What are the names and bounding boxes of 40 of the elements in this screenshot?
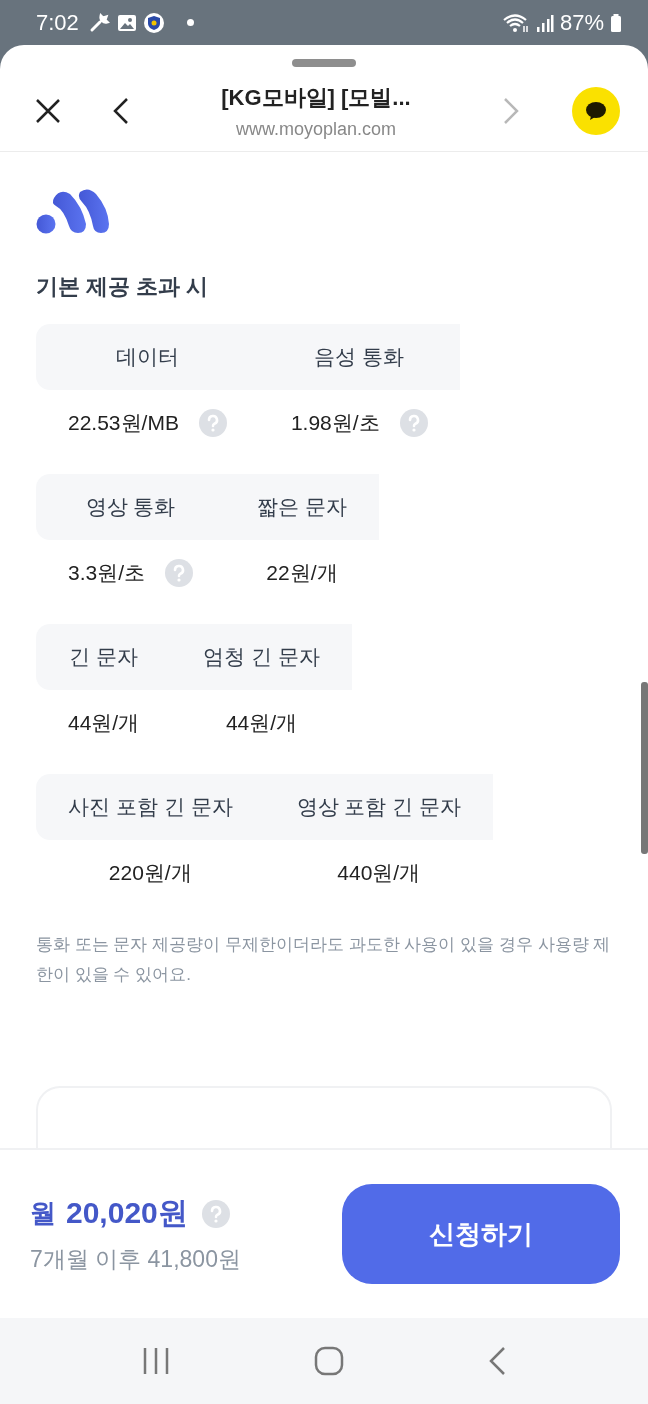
table-header-cell: 데이터 (36, 324, 259, 390)
table-header-cell: 음성 통화 (258, 324, 460, 390)
wrench-icon (88, 11, 111, 34)
signal-icon (535, 12, 554, 33)
wifi-icon (501, 11, 530, 34)
back-button[interactable] (112, 97, 130, 125)
table-header-cell: 엄청 긴 문자 (171, 624, 352, 690)
battery-icon (610, 12, 622, 33)
logo-icon (36, 188, 110, 234)
table-cell-text: 1.98원/초 (290, 410, 380, 436)
table-header-cell: 영상 포함 긴 문자 (264, 774, 494, 840)
price-label: 월 (30, 1197, 56, 1230)
monthly-price: 20,020원 (66, 1195, 188, 1231)
table-cell-text: 44원/개 (225, 710, 298, 736)
table-header-cell: 영상 통화 (36, 474, 226, 540)
table-header-cell: 긴 문자 (36, 624, 172, 690)
table-cell-text: 3.3원/초 (68, 560, 146, 586)
image-icon (116, 12, 137, 33)
clock: 7:02 (36, 9, 79, 36)
table-cell-text: 44원/개 (68, 710, 140, 736)
page-url: www.moyoplan.com (234, 118, 398, 140)
table-cell-text: 220원/개 (108, 860, 192, 886)
shield-icon (142, 11, 165, 34)
table-cell-text: 22.53원/MB (68, 410, 179, 436)
chat-button[interactable] (572, 87, 620, 135)
battery-level: 87% (559, 9, 604, 36)
apply-button[interactable]: 신청하기 (342, 1184, 620, 1284)
notice-text: 통화 또는 문자 제공량이 무제한이더라도 과도한 사용이 있을 경우 사용량 제한이 있을 수 있어요. (36, 934, 612, 986)
notification-dot-icon (186, 19, 194, 26)
table-header-cell: 사진 포함 긴 문자 (36, 774, 265, 840)
table-header-cell: 짧은 문자 (225, 474, 379, 540)
later-price: 7개월 이후 41,800원 (30, 1245, 242, 1274)
speech-bubble-icon (585, 101, 607, 121)
home-icon[interactable] (314, 1346, 344, 1376)
table-cell-text: 440원/개 (337, 860, 421, 886)
page-title: [KG모바일] [모빌... (220, 83, 412, 112)
drag-handle[interactable] (292, 59, 356, 67)
table-cell-text: 22원/개 (266, 560, 338, 586)
close-button[interactable] (34, 97, 62, 125)
section-title: 기본 제공 초과 시 (36, 273, 210, 301)
